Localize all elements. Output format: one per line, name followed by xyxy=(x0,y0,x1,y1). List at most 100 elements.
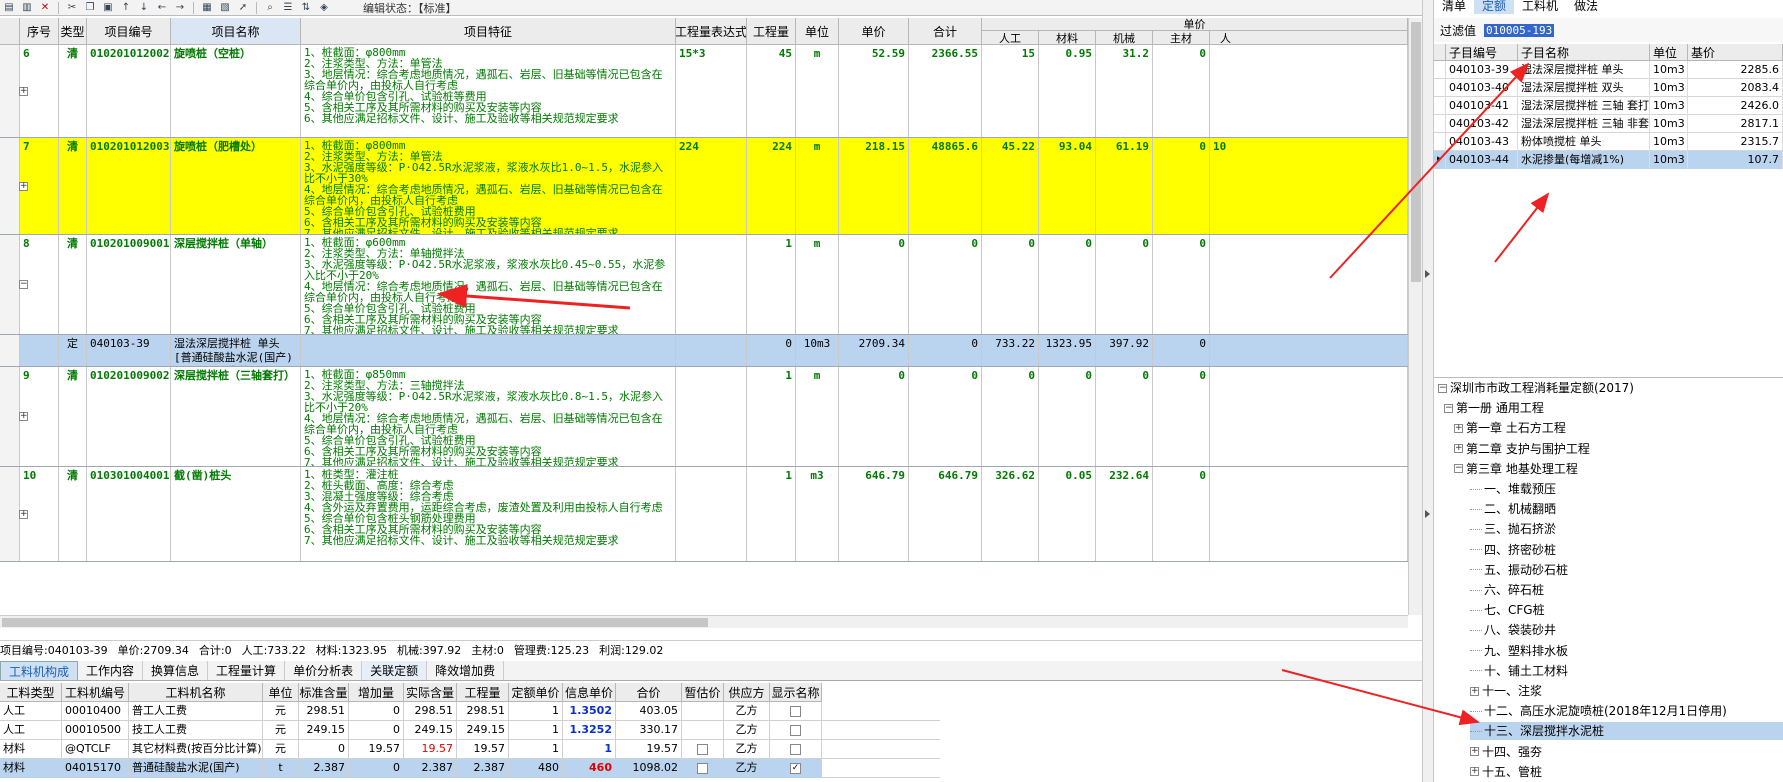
cell-name[interactable]: 旋喷桩（肥槽处） xyxy=(171,138,301,234)
quota-cell-name[interactable]: 水泥掺量(每增减1%) xyxy=(1518,151,1650,169)
material-cell-std[interactable]: 2.387 xyxy=(299,759,349,778)
material-cell-add[interactable]: 0 xyxy=(349,759,404,778)
tree-node[interactable]: 六、碎石桩 xyxy=(1470,581,1544,599)
cell-code[interactable]: 010301004001 xyxy=(87,467,171,561)
material-cell-qty[interactable]: 249.15 xyxy=(457,721,509,740)
collapse-icon[interactable]: − xyxy=(19,280,28,289)
cell-price[interactable]: 0 xyxy=(839,367,909,466)
material-cell-qprice[interactable]: 1 xyxy=(509,702,563,721)
cell-total[interactable]: 2366.55 xyxy=(909,45,982,137)
tab-conversion[interactable]: 换算信息 xyxy=(143,661,209,680)
cell-main[interactable]: 0 xyxy=(1153,335,1210,366)
quota-cell-price[interactable]: 107.7 xyxy=(1688,151,1783,169)
cell-machine[interactable]: 61.19 xyxy=(1096,138,1153,234)
tab-quantity-calc[interactable]: 工程量计算 xyxy=(208,661,286,680)
quota-cell-unit[interactable]: 10m3 xyxy=(1650,79,1688,97)
grid-horizontal-scrollbar[interactable] xyxy=(0,615,1408,628)
fill-color-icon[interactable]: ◈ xyxy=(317,2,331,14)
material-header-unit[interactable]: 单位 xyxy=(263,683,299,702)
table-row[interactable]: 材料 @QTCLF 其它材料费(按百分比计算) 元 0 19.57 19.57 19.57 1 1… xyxy=(0,740,940,759)
material-header-type[interactable]: 工料类型 xyxy=(0,683,62,702)
quota-header-name[interactable]: 子目名称 xyxy=(1518,44,1650,61)
quota-row[interactable]: 040103-43 粉体喷搅桩 单头 10m3 2315.7 xyxy=(1434,133,1783,151)
quota-row[interactable]: 040103-39 湿法深层搅拌桩 单头 10m3 2285.6 xyxy=(1434,61,1783,79)
cell-feature[interactable]: 1、桩截面：φ800mm 2、注浆类型、方法：单管法 3、地层情况：综合考虑地质… xyxy=(301,45,676,137)
quota-cell-name[interactable]: 湿法深层搅拌桩 三轴 套打 xyxy=(1518,97,1650,115)
material-cell-iprice[interactable]: 1.3502 xyxy=(563,702,616,721)
quota-cell-code[interactable]: 040103-43 xyxy=(1446,133,1518,151)
tree-node[interactable]: + 第一章 土石方工程 xyxy=(1454,419,1566,437)
cell-name[interactable]: 湿法深层搅拌桩 单头[普通硅酸盐水泥(国产) 42.5(R)(袋装)] xyxy=(171,335,301,366)
material-cell-iprice[interactable]: 1.3252 xyxy=(563,721,616,740)
expand-icon[interactable]: + xyxy=(1470,686,1479,696)
header-qty[interactable]: 工程量 xyxy=(747,18,796,45)
material-cell-actual[interactable]: 2.387 xyxy=(404,759,457,778)
collapse-arrow-icon[interactable] xyxy=(1425,270,1430,278)
tab-price-analysis[interactable]: 单价分析表 xyxy=(285,661,363,680)
show-name-checkbox[interactable]: ✓ xyxy=(790,762,801,774)
cell-main[interactable]: 0 xyxy=(1153,467,1210,561)
estimate-checkbox[interactable] xyxy=(697,743,708,755)
cell-feature[interactable]: 1、桩截面：φ600mm 2、注浆类型、方法：单轴搅拌法 3、水泥强度等级：P·… xyxy=(301,235,676,334)
tree-node[interactable]: 二、机械翻晒 xyxy=(1470,500,1556,518)
scroll-thumb[interactable] xyxy=(1411,22,1421,282)
cell-feature[interactable] xyxy=(301,335,676,366)
material-cell-iprice[interactable]: 460 xyxy=(563,759,616,778)
cell-qty[interactable]: 0 xyxy=(747,335,796,366)
show-name-checkbox[interactable] xyxy=(790,743,801,755)
cell-price[interactable]: 0 xyxy=(839,235,909,334)
material-cell-supply[interactable]: 乙方 xyxy=(724,702,770,721)
collapse-icon[interactable]: − xyxy=(1438,383,1447,393)
cell-machine[interactable]: 31.2 xyxy=(1096,45,1153,137)
material-cell-est[interactable] xyxy=(682,702,724,721)
header-labor[interactable]: 人工 xyxy=(982,31,1039,45)
material-header-code[interactable]: 工料机编号 xyxy=(62,683,129,702)
material-header-std[interactable]: 标准含量 xyxy=(299,683,349,702)
material-cell-supply[interactable]: 乙方 xyxy=(724,721,770,740)
tab-quota[interactable]: 定额 xyxy=(1474,0,1515,14)
pointer-icon[interactable]: ➚ xyxy=(236,2,250,14)
material-cell-code[interactable]: 04015170 xyxy=(62,759,129,778)
quota-cell-unit[interactable]: 10m3 xyxy=(1650,115,1688,133)
expand-icon[interactable]: + xyxy=(19,182,28,191)
cell-material[interactable]: 0.05 xyxy=(1039,467,1096,561)
quota-cell-name[interactable]: 湿法深层搅拌桩 三轴 非套打 xyxy=(1518,115,1650,133)
material-header-add[interactable]: 增加量 xyxy=(349,683,404,702)
cell-total[interactable]: 0 xyxy=(909,335,982,366)
material-cell-name[interactable]: 普工人工费 xyxy=(129,702,263,721)
cell-expr[interactable] xyxy=(676,367,747,466)
quota-cell-code[interactable]: 040103-40 xyxy=(1446,79,1518,97)
cell-main[interactable]: 0 xyxy=(1153,235,1210,334)
tree-node[interactable]: 八、袋装砂井 xyxy=(1470,621,1556,639)
cell-unit[interactable]: 10m3 xyxy=(796,335,839,366)
cell-price[interactable]: 646.79 xyxy=(839,467,909,561)
format-icon[interactable]: ▧ xyxy=(218,2,232,14)
expand-icon[interactable]: + xyxy=(19,412,28,421)
header-main-material[interactable]: 主材 xyxy=(1153,31,1210,45)
expand-icon[interactable]: + xyxy=(1454,444,1463,454)
material-cell-est[interactable] xyxy=(682,721,724,740)
quota-cell-unit[interactable]: 10m3 xyxy=(1650,133,1688,151)
material-cell-unit[interactable]: 元 xyxy=(263,740,299,759)
table-row[interactable]: 1 0 清 010301004001 截(凿)桩头 1、桩类型：灌注桩 2、桩头截面、高度… xyxy=(0,467,1408,562)
header-feature[interactable]: 项目特征 xyxy=(301,18,676,45)
cell-machine[interactable]: 397.92 xyxy=(1096,335,1153,366)
cell-extra[interactable] xyxy=(1210,235,1408,334)
material-cell-add[interactable]: 0 xyxy=(349,702,404,721)
grid-vertical-scrollbar[interactable] xyxy=(1408,18,1422,615)
expand-icon[interactable]: + xyxy=(1470,767,1479,777)
cell-main[interactable]: 0 xyxy=(1153,45,1210,137)
tab-method[interactable]: 做法 xyxy=(1566,0,1606,14)
find-icon[interactable]: ⌕ xyxy=(263,2,277,14)
quota-cell-unit[interactable]: 10m3 xyxy=(1650,61,1688,79)
material-cell-std[interactable]: 298.51 xyxy=(299,702,349,721)
cell-name[interactable]: 旋喷桩（空桩） xyxy=(171,45,301,137)
material-cell-add[interactable]: 19.57 xyxy=(349,740,404,759)
cell-qty[interactable]: 1 xyxy=(747,467,796,561)
cell-labor[interactable]: 0 xyxy=(982,235,1039,334)
tree-node[interactable]: 三、抛石挤淤 xyxy=(1470,520,1556,538)
material-cell-supply[interactable]: 乙方 xyxy=(724,759,770,778)
material-header-show[interactable]: 显示名称 xyxy=(770,683,822,702)
tree-node[interactable]: − 第三章 地基处理工程 xyxy=(1454,460,1578,478)
material-cell-type[interactable]: 材料 xyxy=(0,759,62,778)
